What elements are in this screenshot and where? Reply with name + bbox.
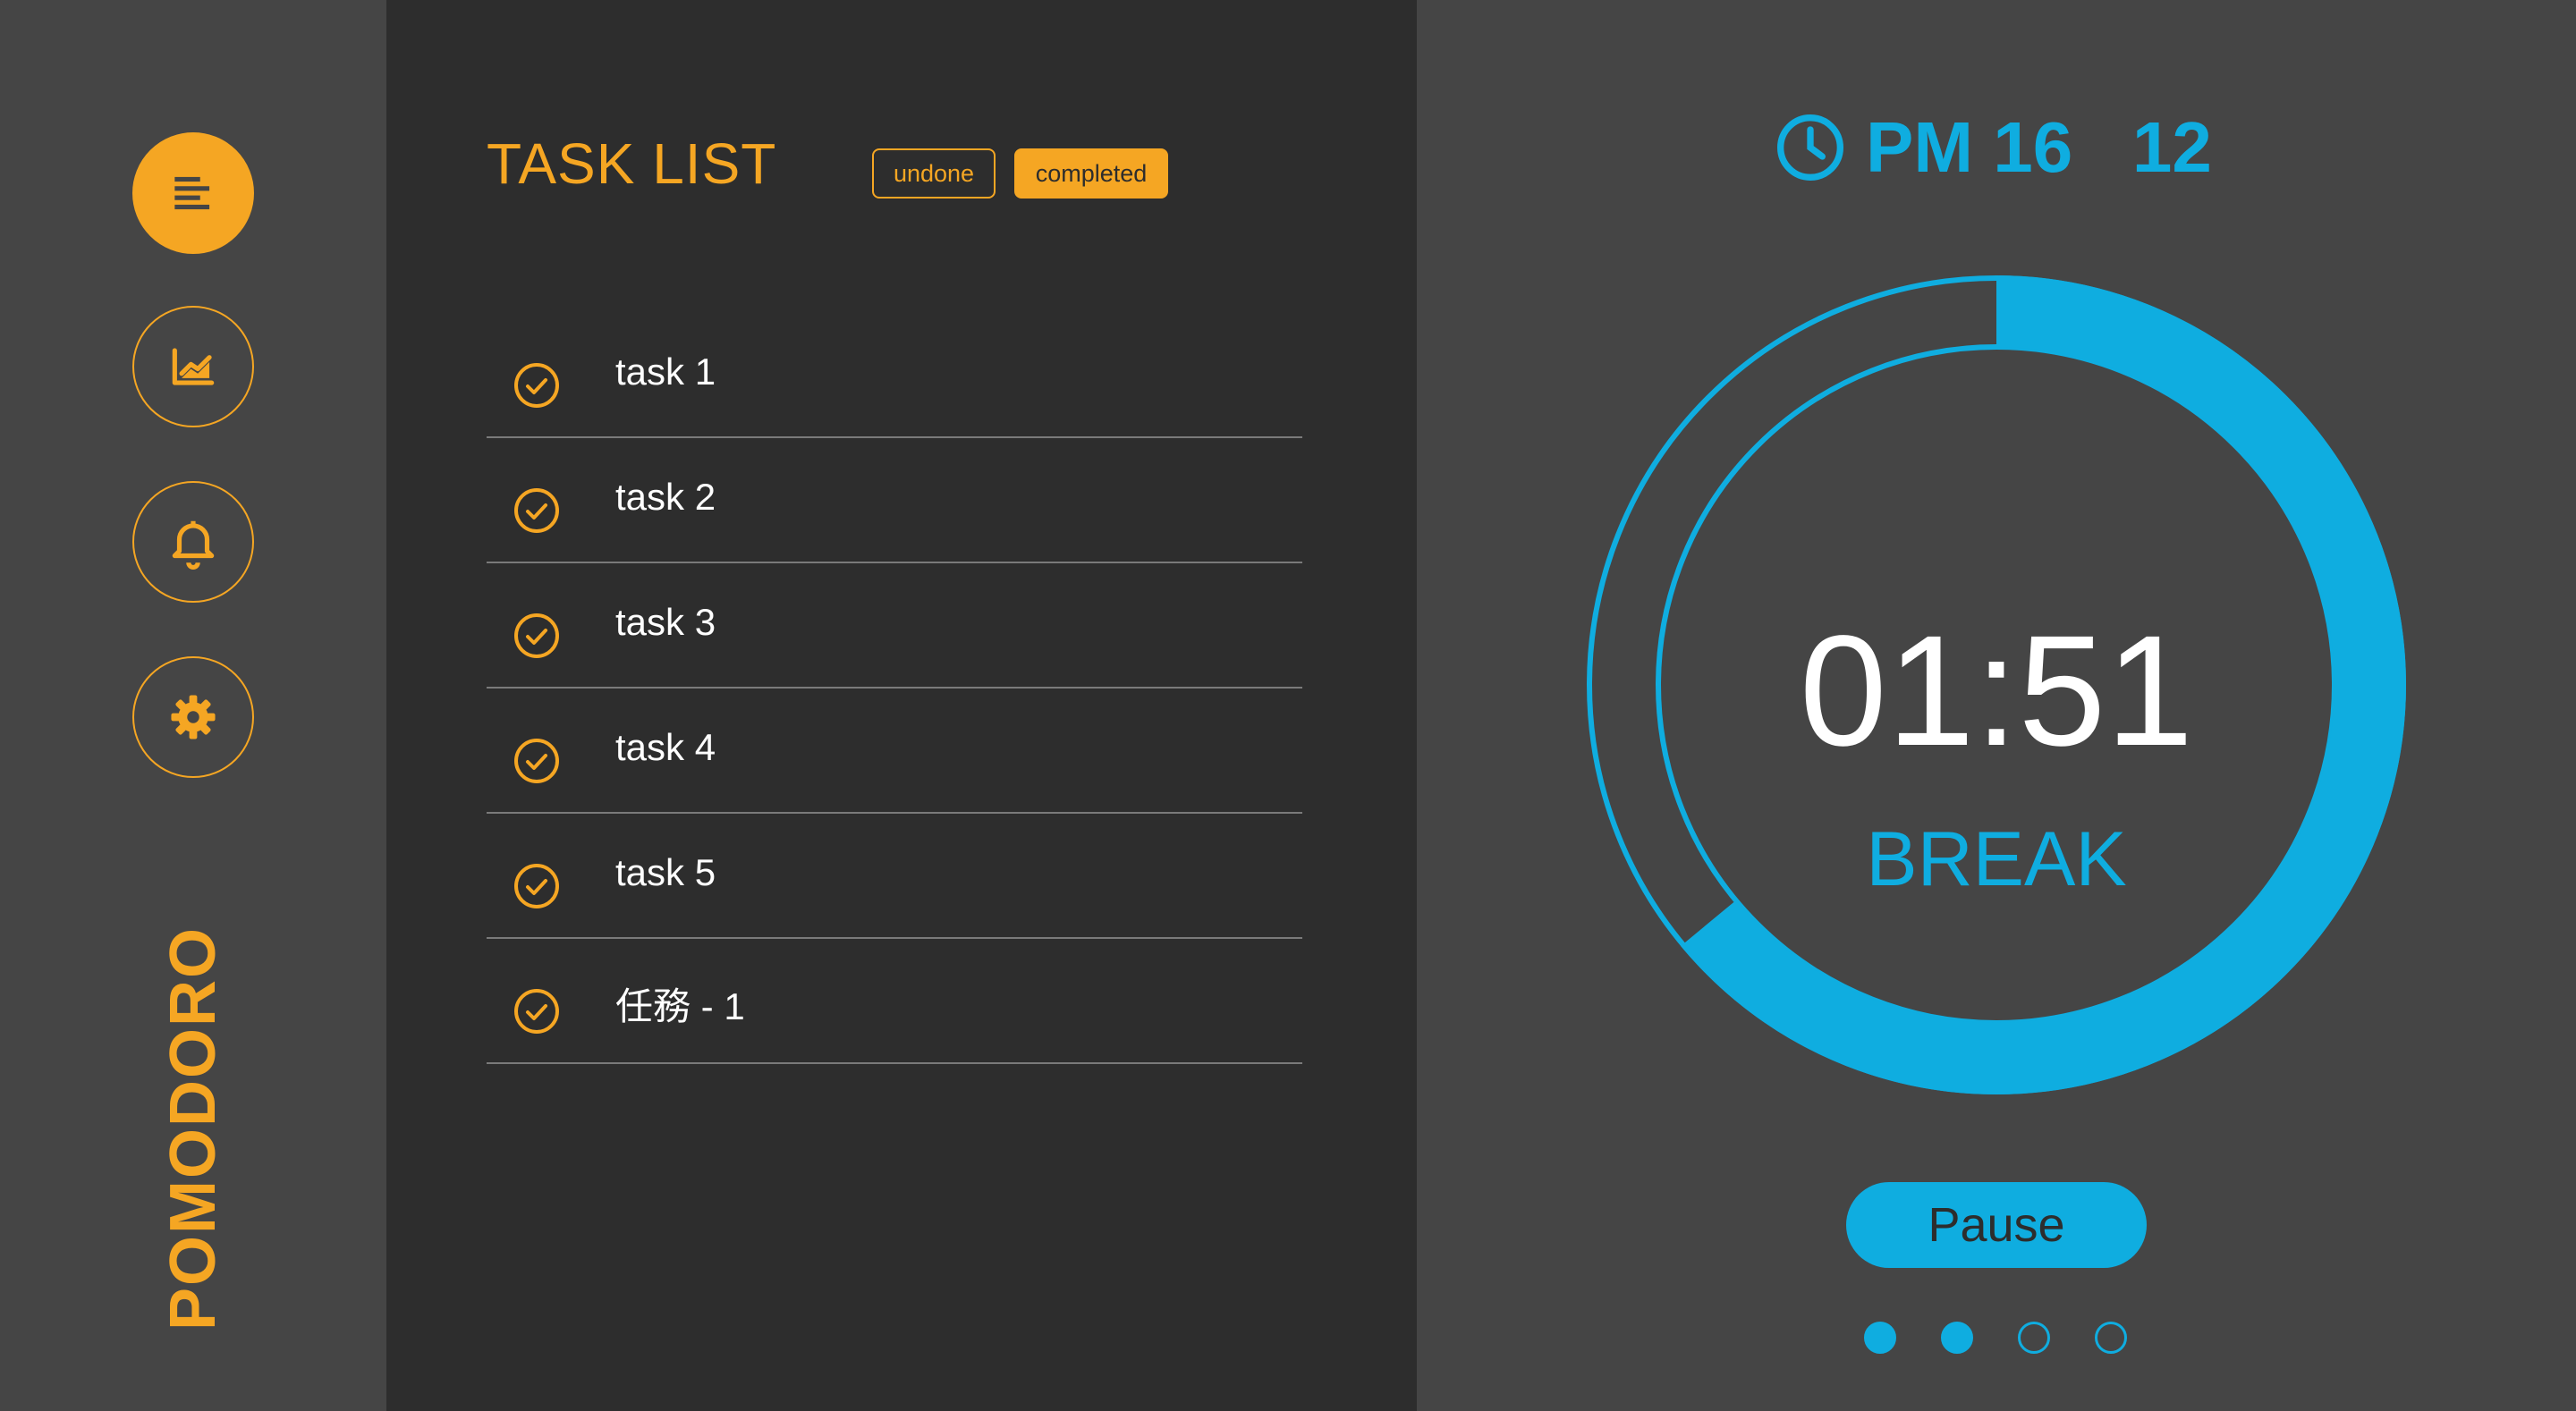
task-label: task 4 [615, 726, 716, 768]
task-row[interactable]: 任務 - 1 [487, 939, 1302, 1064]
chart-icon [172, 348, 215, 385]
timer-panel: PM 16 12 01:51 BREAK Pause [1417, 0, 2576, 1411]
task-row[interactable]: task 1 [487, 313, 1302, 438]
task-label: 任務 - 1 [615, 985, 745, 1027]
filter-completed-button[interactable]: completed [1014, 148, 1168, 199]
task-row[interactable]: task 4 [487, 689, 1302, 814]
task-row[interactable]: task 2 [487, 438, 1302, 563]
gear-icon [171, 695, 216, 739]
pause-button[interactable]: Pause [1846, 1182, 2147, 1268]
session-dot [1864, 1322, 1896, 1354]
task-row[interactable]: task 3 [487, 563, 1302, 689]
timer-mode-label: BREAK [1866, 816, 2127, 902]
brand-logo-text: POMODORO [157, 925, 229, 1331]
session-dot [1941, 1322, 1973, 1354]
nav-notifications-button[interactable] [132, 481, 254, 603]
task-panel: TASK LIST undone completed task 1 task 2… [386, 0, 1417, 1411]
filter-undone-button[interactable]: undone [872, 148, 996, 199]
check-circle-icon[interactable] [513, 738, 560, 784]
check-circle-icon[interactable] [513, 613, 560, 659]
task-label: task 2 [615, 476, 716, 518]
task-label: task 1 [615, 351, 716, 393]
task-label: task 5 [615, 851, 716, 893]
current-time-text: PM 16 12 [1866, 107, 2212, 187]
nav-task-list-button[interactable] [132, 132, 254, 254]
timer-countdown: 01:51 [1799, 604, 2194, 779]
bell-icon [172, 520, 215, 570]
task-row[interactable]: task 5 [487, 814, 1302, 939]
session-indicator [1864, 1322, 2172, 1354]
check-circle-icon[interactable] [513, 988, 560, 1035]
task-label: task 3 [615, 601, 716, 643]
session-dot [2018, 1322, 2050, 1354]
check-circle-icon[interactable] [513, 362, 560, 409]
session-dot [2095, 1322, 2127, 1354]
align-left-icon [174, 176, 210, 210]
clock-icon [1777, 114, 1843, 181]
current-time: PM 16 12 [1775, 107, 2212, 188]
nav-analytics-button[interactable] [132, 306, 254, 427]
sidebar: POMODORO [0, 0, 386, 1411]
check-circle-icon[interactable] [513, 487, 560, 534]
task-list-title: TASK LIST [487, 131, 777, 196]
check-circle-icon[interactable] [513, 863, 560, 909]
nav-settings-button[interactable] [132, 656, 254, 778]
task-list: task 1 task 2 task 3 task 4 task 5 任務 - … [487, 313, 1302, 1064]
